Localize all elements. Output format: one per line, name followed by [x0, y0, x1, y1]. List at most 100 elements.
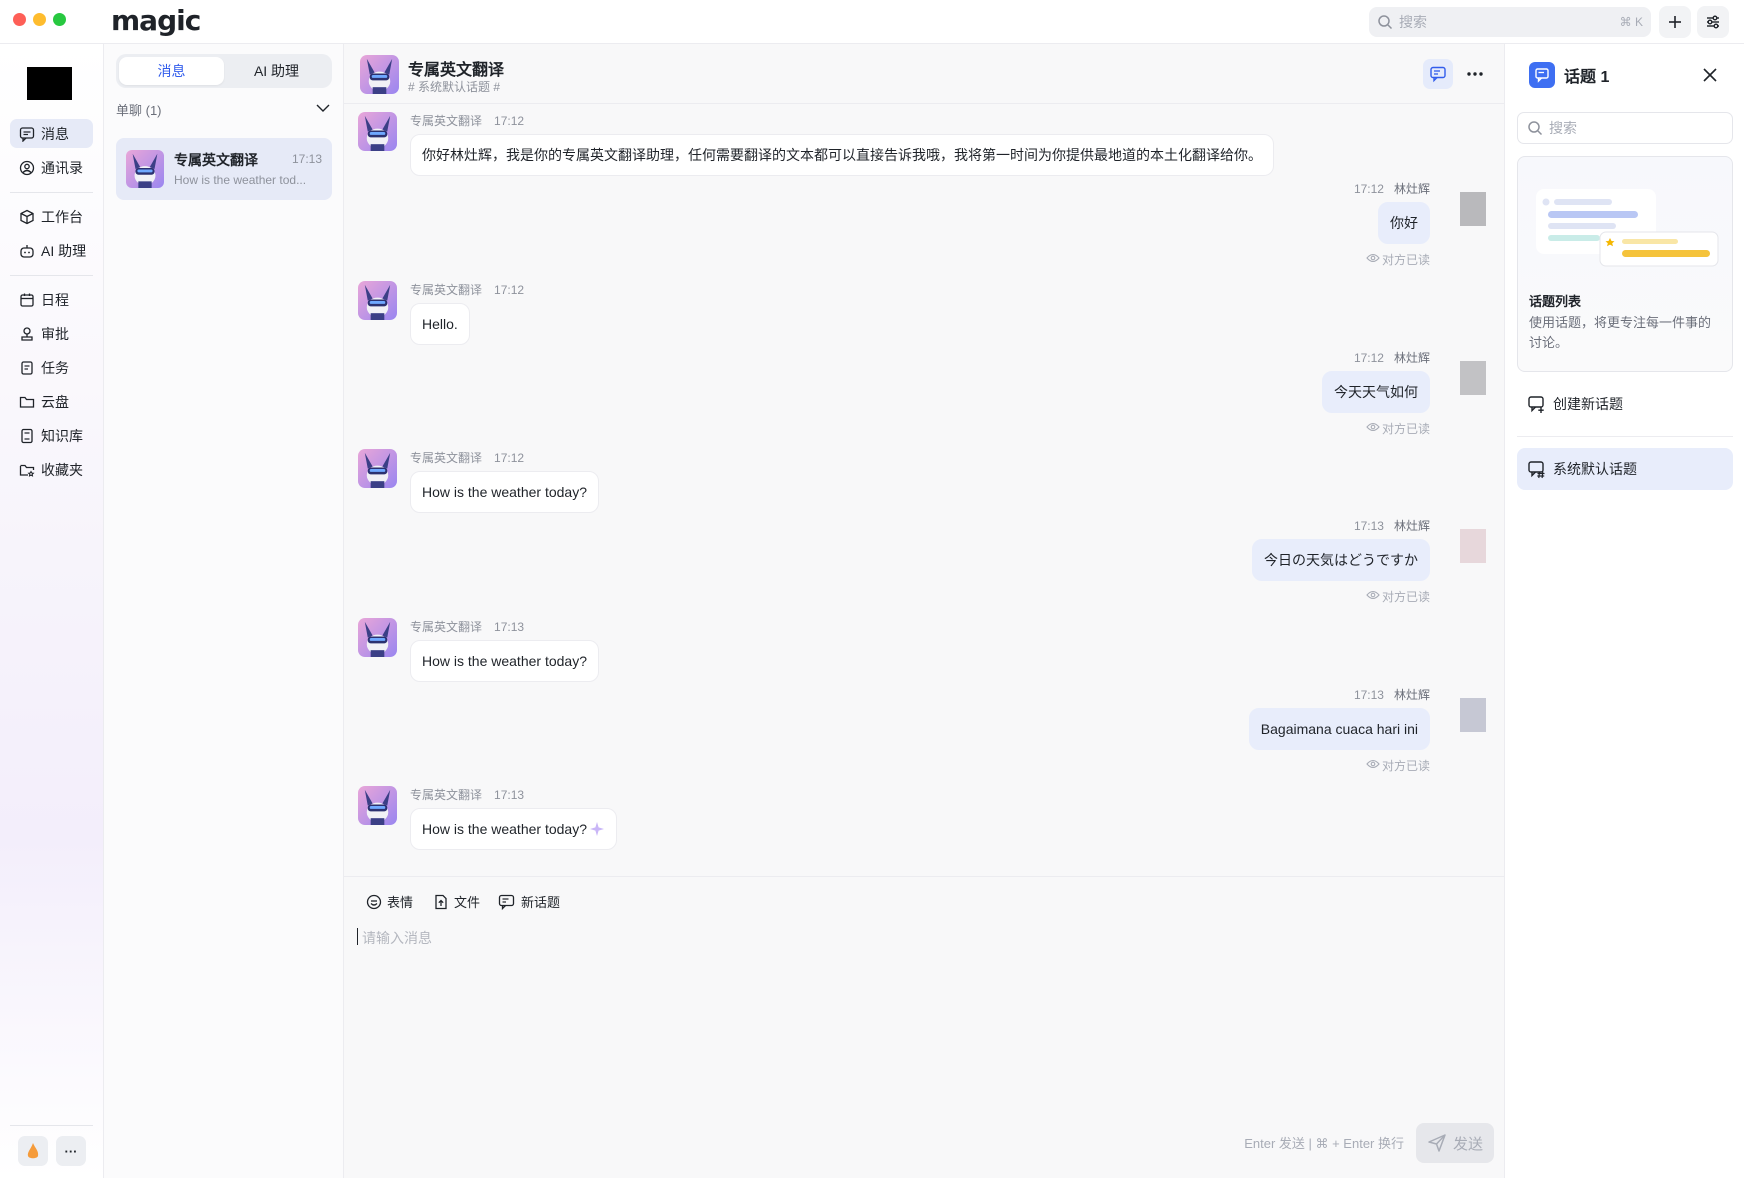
user-avatar[interactable]: [1460, 360, 1486, 395]
favorites-icon: [19, 464, 35, 477]
topic-search-input[interactable]: 搜索: [1517, 112, 1733, 144]
sender-name: 专属英文翻译: [410, 282, 483, 297]
bot-avatar[interactable]: [358, 112, 397, 151]
user-avatar[interactable]: [27, 67, 72, 100]
nav-label: 消息: [41, 125, 69, 142]
nav-item-approval[interactable]: 审批: [10, 319, 93, 348]
message-bubble[interactable]: How is the weather today?: [410, 808, 617, 850]
nav-label: 云盘: [41, 393, 69, 410]
message-time: 17:12: [494, 282, 525, 297]
window-close-button[interactable]: [13, 13, 26, 26]
message-bubble[interactable]: Hello.: [410, 302, 470, 345]
close-button[interactable]: [1697, 62, 1723, 88]
message-time: 17:13: [494, 619, 525, 634]
close-icon: [1703, 68, 1717, 82]
nav-item-favorites[interactable]: 收藏夹: [10, 455, 93, 484]
message-bubble[interactable]: 你好林灶辉，我是你的专属英文翻译助理，任何需要翻译的文本都可以直接告诉我哦，我将…: [410, 134, 1274, 176]
file-button[interactable]: 文件: [433, 892, 480, 911]
bot-avatar[interactable]: [358, 786, 397, 825]
tab-messages[interactable]: 消息: [119, 57, 224, 85]
nav-item-workbench[interactable]: 工作台: [10, 202, 93, 231]
app-logo: magic: [111, 4, 201, 37]
topic-panel: 话题 1 搜索 话题列表 使用话题，将更专注每一件事的讨论。 创建新话题 系统默…: [1504, 44, 1744, 1178]
create-topic-button[interactable]: 创建新话题: [1517, 386, 1733, 422]
topic-hash-icon: [1528, 461, 1545, 479]
message-input[interactable]: 请输入消息: [362, 928, 432, 948]
sender-name: 专属英文翻译: [410, 619, 483, 634]
conversation-name: 专属英文翻译: [174, 152, 258, 168]
message-bubble[interactable]: How is the weather today?: [410, 471, 599, 513]
message-bubble[interactable]: Bagaimana cuaca hari ini: [1248, 707, 1430, 750]
nav-label: 知识库: [41, 427, 83, 444]
topic-icon: [1535, 68, 1549, 83]
message-bubble[interactable]: 今日の天気はどうですか: [1252, 539, 1430, 581]
send-button[interactable]: 发送: [1416, 1123, 1494, 1163]
nav-item-calendar[interactable]: 日程: [10, 285, 93, 314]
nav-item-cloud-drive[interactable]: 云盘: [10, 387, 93, 416]
nav-item-knowledge-base[interactable]: 知识库: [10, 421, 93, 450]
more-horizontal-icon: [1467, 72, 1483, 76]
file-upload-icon: [435, 894, 447, 909]
nav-item-contacts[interactable]: 通讯录: [10, 153, 93, 182]
file-label: 文件: [454, 895, 481, 910]
read-status-label: 对方已读: [1381, 590, 1430, 604]
message-icon: [19, 126, 35, 142]
add-button[interactable]: [1659, 6, 1691, 38]
nav-label: 审批: [41, 325, 69, 342]
task-icon: [21, 360, 33, 375]
outgoing-message: 17:13 林灶辉 Bagaimana cuaca hari ini 对方已读: [1094, 686, 1494, 776]
read-receipt: 对方已读: [1366, 251, 1430, 268]
settings-button[interactable]: [1697, 6, 1729, 38]
message-meta: 专属英文翻译 17:13: [410, 786, 524, 803]
chat-avatar[interactable]: [360, 55, 399, 94]
outgoing-message: 17:12 林灶辉你好对方已读: [1094, 180, 1494, 270]
conversation-item[interactable]: 专属英文翻译 17:13 How is the weather tod...: [116, 138, 332, 200]
tab-ai-assistant[interactable]: AI 助理: [224, 57, 329, 85]
bot-avatar: [126, 150, 164, 188]
message-meta: 17:12 林灶辉: [1354, 349, 1430, 366]
message-bubble[interactable]: 你好: [1378, 202, 1430, 244]
topic-item-default[interactable]: 系统默认话题: [1517, 448, 1733, 490]
read-eye-icon: [1366, 589, 1380, 604]
window-zoom-button[interactable]: [53, 13, 66, 26]
user-avatar[interactable]: [1460, 697, 1486, 732]
text-cursor: [357, 928, 358, 945]
new-topic-button[interactable]: 新话题: [498, 892, 560, 911]
global-search-input[interactable]: 搜索 ⌘ K: [1369, 7, 1651, 37]
chat-panel: 专属英文翻译 # 系统默认话题 # 专属英文翻译 17:12 你好林灶辉，我是你的专…: [344, 44, 1504, 1178]
book-icon: [21, 428, 33, 443]
nav-item-messages[interactable]: 消息: [10, 119, 93, 148]
topic-list-illustration: [1536, 189, 1719, 267]
topic-divider: [1517, 436, 1733, 437]
nav-item-tasks[interactable]: 任务: [10, 353, 93, 382]
message-meta: 17:12 林灶辉: [1354, 180, 1430, 197]
user-avatar[interactable]: [1460, 192, 1486, 226]
message-bubble[interactable]: How is the weather today?: [410, 639, 599, 682]
more-button[interactable]: ···: [56, 1136, 86, 1166]
bot-avatar[interactable]: [358, 449, 397, 488]
topic-toggle-button[interactable]: [1423, 59, 1453, 89]
chat-more-button[interactable]: [1460, 59, 1490, 89]
topic-card-description: 使用话题，将更专注每一件事的讨论。: [1529, 315, 1712, 350]
message-time: 17:12: [1353, 350, 1384, 365]
app-launcher-button[interactable]: [18, 1136, 48, 1166]
sender-name: 专属英文翻译: [410, 114, 483, 128]
bot-avatar[interactable]: [358, 280, 397, 320]
outgoing-message: 17:13 林灶辉 今日の天気はどうですか 对方已读: [1094, 517, 1494, 607]
topic-icon: [1430, 66, 1446, 83]
outgoing-message: 17:12 林灶辉 今天天气如何 对方已读: [1094, 349, 1494, 439]
plus-icon: [1669, 16, 1681, 28]
message-bubble[interactable]: 今天天气如何: [1322, 370, 1430, 413]
message-time: 17:13: [1353, 519, 1384, 533]
nav-item-ai-assistant[interactable]: AI 助理: [10, 236, 93, 265]
emoji-button[interactable]: 表情: [366, 892, 413, 911]
group-label[interactable]: 单聊 (1): [116, 100, 162, 119]
list-tabs: 消息 AI 助理: [116, 54, 332, 88]
bot-avatar[interactable]: [358, 617, 397, 657]
message-meta: 17:13 林灶辉: [1354, 686, 1430, 703]
chevron-down-icon[interactable]: [315, 100, 331, 116]
window-minimize-button[interactable]: [33, 13, 46, 26]
user-avatar[interactable]: [1460, 529, 1486, 563]
nav-label: 通讯录: [41, 159, 83, 176]
topic-card-title: 话题列表: [1529, 294, 1582, 309]
